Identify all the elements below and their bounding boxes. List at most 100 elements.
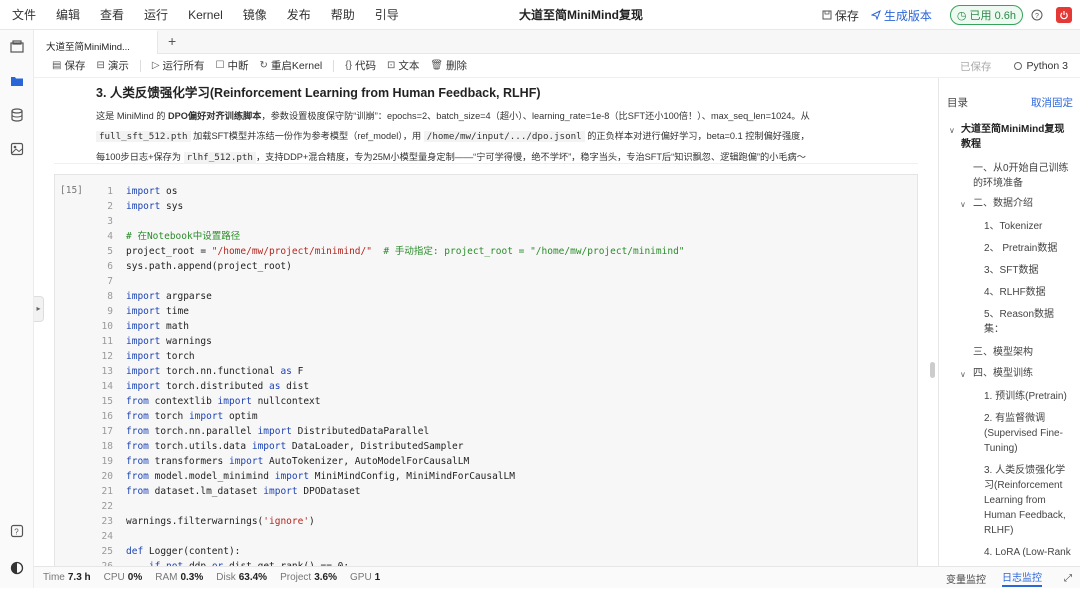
- execution-count: [15]: [60, 185, 83, 196]
- toolbar-divider: [139, 59, 141, 72]
- toc-item[interactable]: 四、模型训练: [973, 366, 1073, 381]
- toc-header: 目录 取消固定: [947, 95, 1073, 110]
- code-text: import time: [126, 306, 189, 317]
- files-icon[interactable]: [10, 40, 24, 54]
- publish-version-button[interactable]: 生成版本: [870, 7, 932, 24]
- code-cell[interactable]: [15] 1 import os 2 import sys 3 4 # 在Notebook中…: [54, 174, 918, 566]
- code-line: 2 import sys: [97, 199, 685, 214]
- tab-notebook[interactable]: 大道至简MiniMind...: [34, 30, 158, 54]
- code-line: 16 from torch import optim: [97, 409, 685, 424]
- toc-item[interactable]: 大道至简MiniMind复现教程: [961, 122, 1073, 152]
- code-text: # 在Notebook中设置路径: [126, 231, 241, 242]
- toc-item[interactable]: 三、模型架构: [973, 345, 1073, 360]
- help-center-icon[interactable]: ?: [10, 524, 24, 538]
- toc-item[interactable]: 4. LoRA (Low-Rank: [984, 545, 1080, 560]
- code-icon: {}: [345, 60, 352, 71]
- notebook-tab-bar: 大道至简MiniMind... +: [34, 30, 1080, 54]
- play-icon: ▷: [151, 60, 160, 71]
- line-number: 10: [101, 321, 113, 332]
- toc-item[interactable]: 5、Reason数据集：: [984, 307, 1074, 337]
- markdown-heading: 3. 人类反馈强化学习(Reinforcement Learning from …: [96, 86, 541, 100]
- image-icon[interactable]: [10, 142, 24, 156]
- menu-edit[interactable]: 编辑: [56, 6, 80, 23]
- restart-kernel-button[interactable]: ↻ 重启Kernel: [260, 58, 323, 73]
- text-icon: ⊡: [386, 60, 396, 71]
- add-text-button[interactable]: ⊡ 文本: [387, 58, 419, 73]
- interrupt-button[interactable]: ☐ 中断: [216, 58, 249, 73]
- theme-toggle-icon[interactable]: [10, 561, 24, 575]
- code-text: warnings.filterwarnings('ignore'): [126, 516, 315, 527]
- kernel-selector[interactable]: Python 3: [1013, 60, 1068, 72]
- publish-version-label: 生成版本: [883, 8, 932, 23]
- save-top-button[interactable]: 保存: [822, 7, 859, 24]
- toc-item[interactable]: 4、RLHF数据: [984, 285, 1074, 300]
- power-stop-button[interactable]: [1056, 7, 1072, 23]
- add-tab-button[interactable]: +: [168, 33, 176, 49]
- usage-label: 已用 0.6h: [969, 10, 1016, 22]
- line-number: 11: [101, 336, 113, 347]
- chevron-down-icon[interactable]: ∨: [960, 200, 966, 209]
- code-line: 26 if not ddp or dist.get_rank() == 0:: [97, 559, 685, 566]
- unpin-toc-button[interactable]: 取消固定: [1031, 95, 1073, 110]
- markdown-cell[interactable]: 3. 人类反馈强化学习(Reinforcement Learning from …: [54, 78, 918, 164]
- delete-label: 删除: [446, 60, 468, 72]
- toc-item[interactable]: 1. 预训练(Pretrain): [984, 389, 1074, 404]
- expand-icon[interactable]: ⤢: [1064, 573, 1072, 584]
- menu-kernel[interactable]: Kernel: [188, 8, 223, 22]
- delete-button[interactable]: 🗑 删除: [430, 58, 467, 73]
- help-icon[interactable]: ?: [1031, 9, 1046, 21]
- menu-image[interactable]: 镜像: [243, 6, 267, 23]
- menu-help[interactable]: 帮助: [331, 6, 355, 23]
- toc-item[interactable]: 2、 Pretrain数据: [984, 241, 1074, 256]
- tab-variable-monitor[interactable]: 变量监控: [946, 571, 986, 586]
- toolbar-save-button[interactable]: ▤ 保存: [52, 58, 85, 73]
- code-text: from model.model_minimind import MiniMin…: [126, 471, 515, 482]
- toc-item[interactable]: 2. 有监督微调(Supervised Fine-Tuning): [984, 411, 1074, 456]
- folder-icon[interactable]: [10, 74, 24, 88]
- toc-item[interactable]: 二、数据介绍: [973, 196, 1073, 211]
- database-icon[interactable]: [10, 108, 24, 122]
- menu-file[interactable]: 文件: [12, 6, 36, 23]
- code-text: import sys: [126, 201, 184, 212]
- status-ram: RAM 0.3%: [155, 572, 204, 583]
- toc-item[interactable]: 一、从0开始自己训练的环境准备: [973, 161, 1073, 191]
- trash-icon: 🗑: [430, 60, 444, 71]
- left-activity-rail: ?: [0, 30, 34, 588]
- present-button[interactable]: ⊟ 演示: [96, 58, 128, 73]
- code-line: 10 import math: [97, 319, 685, 334]
- power-icon: [1060, 11, 1068, 20]
- line-number: 1: [107, 186, 113, 197]
- add-code-button[interactable]: {} 代码: [345, 58, 376, 73]
- chevron-down-icon[interactable]: ∨: [949, 126, 955, 135]
- code-editor[interactable]: 1 import os 2 import sys 3 4 # 在Notebook中设置路径 5…: [97, 184, 685, 566]
- line-number: 6: [107, 261, 113, 272]
- menu-publish[interactable]: 发布: [287, 6, 311, 23]
- menu-view[interactable]: 查看: [100, 6, 124, 23]
- run-all-button[interactable]: ▷ 运行所有: [152, 58, 205, 73]
- line-number: 3: [107, 216, 113, 227]
- tab-log-monitor[interactable]: 日志监控: [1002, 569, 1042, 587]
- usage-badge: ◷ 已用 0.6h: [949, 5, 1023, 25]
- line-number: 8: [107, 291, 113, 302]
- menu-run[interactable]: 运行: [144, 6, 168, 23]
- toc-item[interactable]: 3、SFT数据: [984, 263, 1074, 278]
- status-bar: Time 7.3 h CPU 0% RAM 0.3% Disk 63.4% Projec…: [34, 566, 1080, 588]
- chevron-down-icon[interactable]: ∨: [960, 370, 966, 379]
- code-text: import os: [126, 186, 178, 197]
- toc-item[interactable]: 1、Tokenizer: [984, 219, 1074, 234]
- collapse-sidebar-handle[interactable]: ▸: [34, 296, 44, 322]
- table-of-contents: 目录 取消固定 ∨ 大道至简MiniMind复现教程 一、从0开始自己训练的环境…: [938, 78, 1080, 566]
- line-number: 4: [107, 231, 113, 242]
- line-number: 17: [101, 426, 113, 437]
- clock-icon: ◷: [956, 9, 967, 22]
- scrollbar-thumb[interactable]: [930, 362, 935, 378]
- code-text: project_root = "/home/mw/project/minimin…: [126, 246, 685, 257]
- add-text-label: 文本: [398, 60, 420, 72]
- code-text: import math: [126, 321, 189, 332]
- code-text: import torch.nn.functional as F: [126, 366, 304, 377]
- toc-item[interactable]: 3. 人类反馈强化学习(Reinforcement Learning from …: [984, 463, 1074, 538]
- menu-guide[interactable]: 引导: [375, 6, 399, 23]
- save-top-label: 保存: [834, 8, 859, 23]
- code-text: sys.path.append(project_root): [126, 261, 292, 272]
- code-line: 25 def Logger(content):: [97, 544, 685, 559]
